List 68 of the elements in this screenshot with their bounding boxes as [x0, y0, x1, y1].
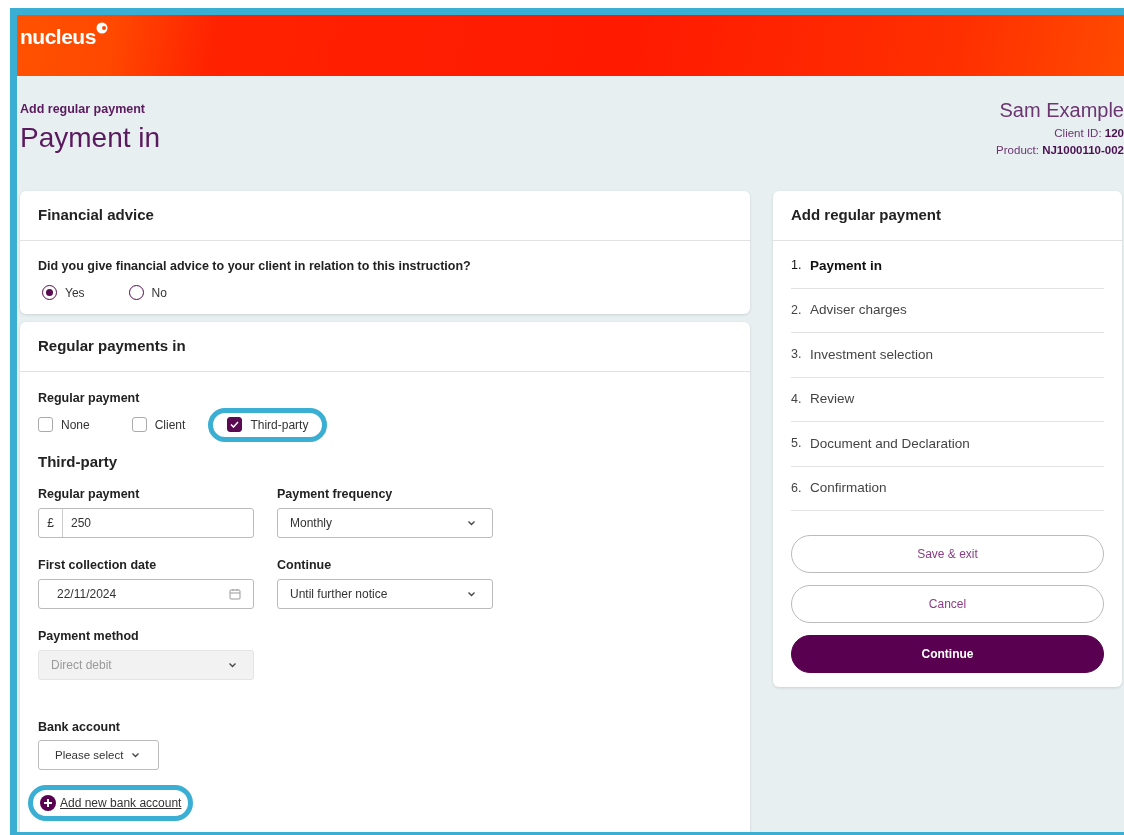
add-bank-account-link[interactable]: Add new bank account [60, 794, 182, 813]
field-value: 22/11/2024 [57, 585, 118, 603]
calendar-icon [229, 587, 241, 600]
step-label: Investment selection [810, 345, 934, 364]
question-text: Did you give financial advice to your client in relation to this instruction? [38, 258, 472, 275]
secondary-button[interactable]: Save & exit [791, 535, 1104, 573]
chevron-down-icon [467, 520, 476, 526]
logo-text: nucleus [20, 24, 96, 50]
field-value: 250 [70, 515, 92, 532]
step-label: Review [810, 390, 855, 409]
option-label: Yes [65, 284, 85, 302]
select-field[interactable]: Monthly [277, 508, 493, 538]
currency-prefix: £ [39, 509, 63, 537]
step-number: 4. [791, 390, 803, 408]
plus-icon [40, 795, 56, 812]
step-number: 6. [791, 479, 803, 497]
chevron-down-icon [228, 661, 237, 668]
chevron-down-icon [467, 590, 476, 597]
step-label: Document and Declaration [810, 434, 970, 453]
date-field[interactable]: 22/11/2024 [38, 578, 254, 609]
field-label: First collection date [38, 557, 158, 574]
field-value: Direct debit [51, 656, 113, 674]
secondary-button[interactable]: Cancel [791, 585, 1104, 623]
option-label: Client [154, 416, 186, 434]
section-heading: Third-party [38, 451, 119, 472]
field-value: Monthly [290, 515, 334, 532]
step-item[interactable]: 4. Review [791, 377, 1104, 422]
step-label: Confirmation [810, 479, 887, 498]
step-item[interactable]: 1. Payment in [791, 244, 1104, 289]
select-field[interactable]: Until further notice [277, 578, 493, 609]
checkbox[interactable] [38, 417, 53, 433]
breadcrumb: Add regular payment [20, 101, 147, 118]
option-label: No [151, 284, 167, 302]
field-label: Bank account [38, 718, 121, 736]
step-number: 2. [791, 301, 803, 319]
bank-account-select[interactable]: Please select [38, 740, 159, 771]
card-title: Regular payments in [20, 322, 750, 372]
step-label: Payment in [810, 256, 883, 275]
field-value: Please select [55, 747, 124, 763]
step-number: 3. [791, 346, 803, 364]
logo-dot-icon [95, 22, 108, 34]
client-id: Client ID: 120 [1053, 126, 1124, 141]
step-number: 5. [791, 435, 803, 453]
checkbox[interactable] [131, 417, 147, 433]
step-item[interactable]: 6. Confirmation [791, 466, 1104, 511]
page-title: Payment in [20, 122, 161, 154]
field-label: Payment frequency [277, 486, 394, 504]
step-label: Adviser charges [810, 301, 907, 320]
checkbox[interactable] [227, 417, 243, 433]
card-title: Add regular payment [773, 191, 1122, 241]
product-id: Product: NJ1000110-002 [996, 143, 1124, 159]
field-label: Payment method [38, 627, 140, 645]
step-item[interactable]: 2. Adviser charges [791, 288, 1104, 333]
step-item[interactable]: 5. Document and Declaration [791, 422, 1104, 467]
check-icon [230, 421, 240, 429]
card-title: Financial advice [20, 191, 750, 241]
option-label: Third-party [250, 416, 309, 434]
chevron-down-icon [131, 752, 141, 759]
field-label: Regular payment [38, 486, 141, 504]
amount-field[interactable]: £ 250 [38, 508, 254, 538]
client-name: Sam Example [998, 99, 1124, 121]
option-label: None [61, 416, 90, 434]
field-label: Continue [277, 557, 333, 574]
continue-button[interactable]: Continue [791, 635, 1104, 673]
step-number: 1. [791, 257, 803, 275]
field-label: Regular payment [38, 390, 141, 407]
field-value: Until further notice [290, 585, 389, 603]
step-item[interactable]: 3. Investment selection [791, 333, 1104, 378]
